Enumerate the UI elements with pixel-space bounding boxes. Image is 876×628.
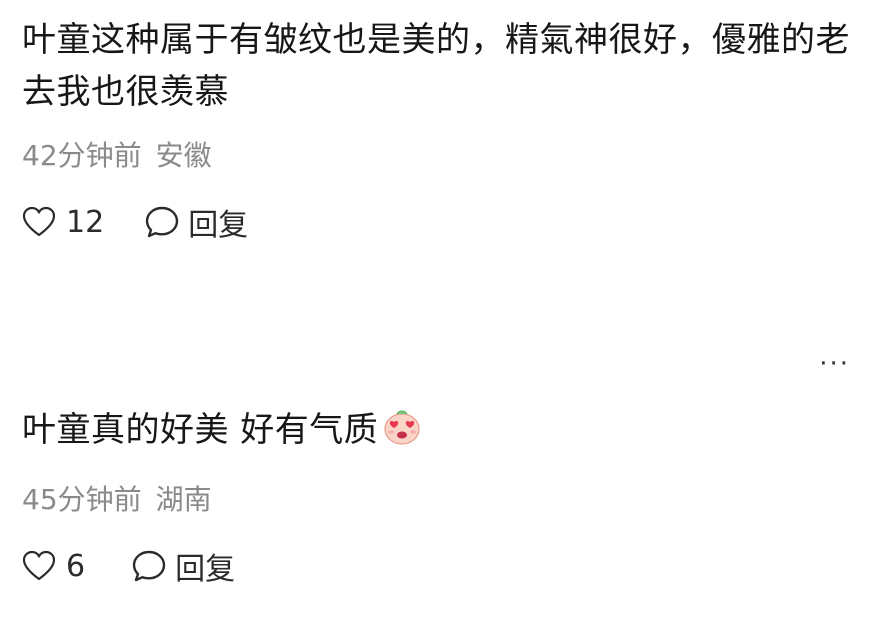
comment-text-row: 叶童真的好美 好有气质 [22,404,854,462]
comment-actions: 6 回复 [22,544,854,588]
comment-actions: 12 回复 [22,200,854,244]
more-options-button[interactable]: ··· [819,351,850,377]
reply-button[interactable]: 回复 [131,544,235,588]
reply-label: 回复 [188,208,249,243]
heart-icon [22,206,56,238]
speech-bubble-icon [144,205,180,239]
like-button[interactable]: 6 [22,549,85,584]
heart-icon [22,550,56,582]
comment-location: 安徽 [155,139,212,172]
comment-text: 叶童这种属于有皱纹也是美的，精氣神很好，優雅的老去我也很羡慕 [22,20,850,112]
speech-bubble-icon [131,549,167,583]
heart-eyes-emoji-icon [382,407,422,462]
comment-meta: 42分钟前 安徽 [22,136,854,176]
comment-time: 42分钟前 [22,139,142,172]
like-button[interactable]: 12 [22,205,104,240]
reply-label: 回复 [175,552,236,587]
like-count: 12 [66,204,105,240]
comment-text: 叶童真的好美 好有气质 [22,410,379,450]
reply-button[interactable]: 回复 [144,200,248,244]
like-count: 6 [66,548,86,584]
comment-meta: 45分钟前 湖南 [22,480,854,520]
comment-time: 45分钟前 [22,483,142,516]
comment-item: 叶童这种属于有皱纹也是美的，精氣神很好，優雅的老去我也很羡慕 42分钟前 安徽 … [22,14,854,244]
comment-location: 湖南 [155,483,212,516]
comment-item: 叶童真的好美 好有气质 45分钟前 湖南 6 回复 [22,404,854,588]
